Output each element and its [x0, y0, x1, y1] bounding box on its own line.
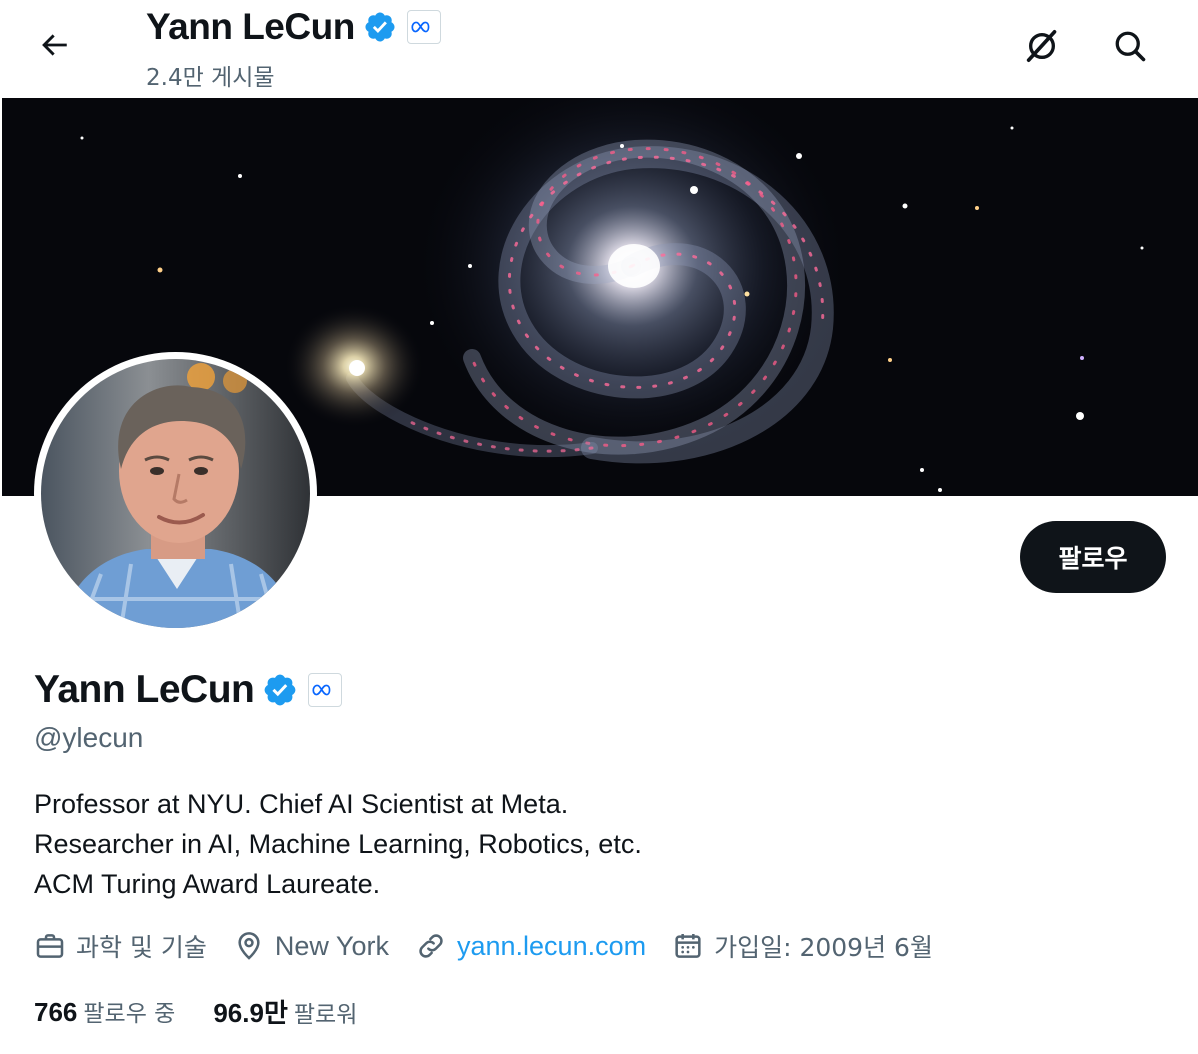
verified-badge-icon[interactable]	[363, 10, 397, 44]
followers-count: 96.9만	[213, 997, 288, 1028]
grok-slash-icon	[1026, 30, 1057, 63]
following-label: 팔로우 중	[83, 1001, 176, 1027]
header-name: Yann LeCun	[146, 6, 355, 47]
header-title-row: Yann LeCun	[146, 4, 441, 50]
following-stat[interactable]: 766 팔로우 중	[34, 994, 175, 1028]
calendar-icon	[675, 934, 701, 958]
meta-logo-icon[interactable]	[308, 673, 343, 707]
arrow-left-icon	[42, 34, 67, 56]
bio-line: Researcher in AI, Machine Learning, Robo…	[34, 829, 642, 859]
briefcase-icon	[36, 934, 64, 958]
post-count: 2.4만 게시물	[146, 65, 275, 91]
following-count: 766	[34, 997, 78, 1027]
website-item[interactable]: yann.lecun.com	[415, 930, 646, 962]
back-button[interactable]	[24, 18, 84, 72]
website-link[interactable]: yann.lecun.com	[457, 931, 646, 962]
category-item: 과학 및 기술	[34, 928, 207, 964]
search-icon	[1115, 31, 1146, 62]
bio-line: ACM Turing Award Laureate.	[34, 869, 381, 899]
followers-stat[interactable]: 96.9만 팔로워	[213, 993, 357, 1030]
profile-handle: @ylecun	[34, 722, 144, 753]
bio-line: Professor at NYU. Chief AI Scientist at …	[34, 789, 569, 819]
search-button[interactable]	[1102, 18, 1158, 74]
follow-button[interactable]: 팔로우	[1020, 521, 1166, 593]
category-label: 과학 및 기술	[76, 933, 207, 962]
followers-label: 팔로워	[293, 1001, 358, 1028]
location-pin-icon	[238, 932, 260, 960]
profile-bio: Professor at NYU. Chief AI Scientist at …	[34, 784, 642, 904]
avatar	[41, 359, 310, 628]
location-label: New York	[274, 930, 389, 961]
grok-button[interactable]	[1014, 18, 1070, 74]
verified-badge-icon[interactable]	[262, 672, 298, 708]
joined-label: 가입일: 2009년 6월	[714, 933, 933, 962]
link-icon	[419, 934, 443, 958]
location-item: New York	[233, 930, 389, 962]
profile-name-row: Yann LeCun	[34, 664, 343, 716]
top-bar: Yann LeCun 2.4만 게시물	[0, 0, 1198, 98]
profile-stats: 766 팔로우 중 96.9만 팔로워	[34, 990, 395, 1032]
avatar-portrait-image	[41, 359, 310, 628]
meta-logo-icon[interactable]	[406, 10, 441, 44]
profile-name: Yann LeCun	[34, 668, 255, 711]
profile-avatar[interactable]	[34, 352, 317, 635]
joined-item: 가입일: 2009년 6월	[672, 928, 933, 964]
profile-meta-row: 과학 및 기술 New York yann.lecun.com 가입일: 200…	[34, 922, 959, 970]
